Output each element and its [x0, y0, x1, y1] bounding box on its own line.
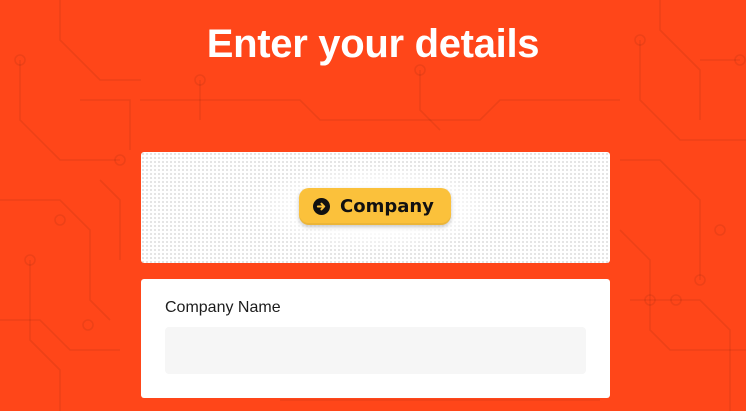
- company-tag-label: Company: [340, 196, 434, 217]
- preview-card: Company: [141, 152, 610, 263]
- company-form-card: Company Name: [141, 279, 610, 398]
- page-title: Enter your details: [206, 22, 540, 66]
- company-tag-button[interactable]: Company: [299, 188, 451, 225]
- company-name-label: Company Name: [165, 299, 281, 316]
- arrow-right-circle-icon: [313, 198, 330, 215]
- company-name-input[interactable]: [165, 327, 586, 374]
